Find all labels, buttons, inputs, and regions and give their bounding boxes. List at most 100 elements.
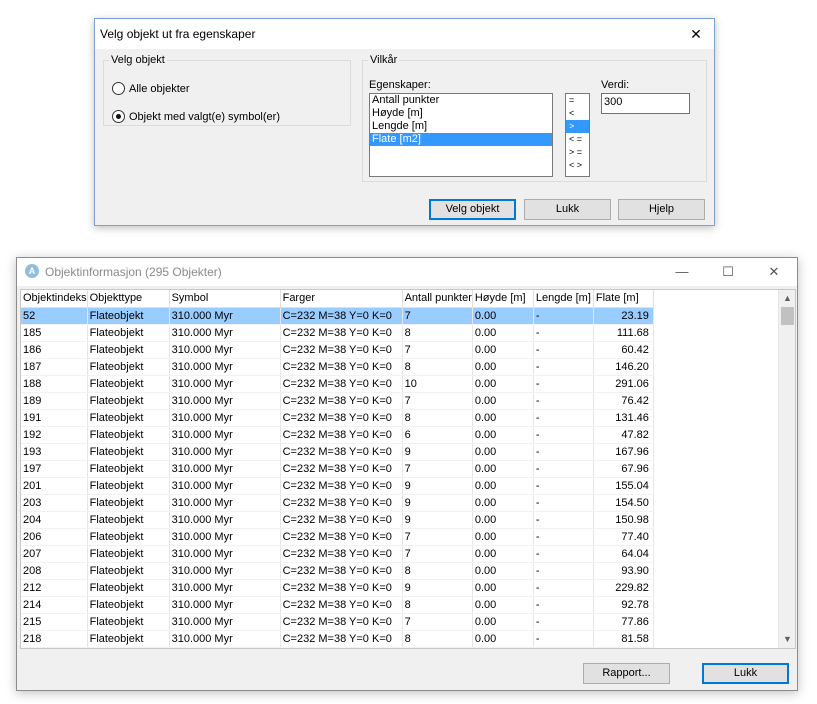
- table-cell: 188: [21, 375, 88, 393]
- help-button[interactable]: Hjelp: [618, 199, 705, 220]
- table-row[interactable]: 193 Flateobjekt 310.000 Myr C=232 M=38 Y=0 …: [21, 443, 654, 461]
- table-row[interactable]: 215 Flateobjekt 310.000 Myr C=232 M=38 Y=0 …: [21, 613, 654, 631]
- table-cell: Flateobjekt: [87, 358, 170, 376]
- table-cell: -: [533, 358, 594, 376]
- table-cell: 7: [402, 613, 473, 631]
- property-item[interactable]: Lengde [m]: [370, 120, 552, 133]
- table-cell: 0.00: [472, 307, 534, 325]
- property-item[interactable]: Høyde [m]: [370, 107, 552, 120]
- table-cell: Flateobjekt: [87, 613, 170, 631]
- table-row[interactable]: 212 Flateobjekt 310.000 Myr C=232 M=38 Y=0 …: [21, 579, 654, 597]
- table-cell: 214: [21, 596, 88, 614]
- minimize-icon[interactable]: —: [659, 258, 705, 286]
- scroll-up-icon[interactable]: ▲: [779, 290, 795, 307]
- column-header-object-index[interactable]: Objektindeks: [21, 290, 88, 308]
- column-header-height[interactable]: Høyde [m]: [472, 290, 534, 308]
- table-cell: -: [533, 579, 594, 597]
- table-cell: C=232 M=38 Y=0 K=0: [280, 545, 403, 563]
- table-row[interactable]: 192 Flateobjekt 310.000 Myr C=232 M=38 Y=0 …: [21, 426, 654, 444]
- table-row[interactable]: 208 Flateobjekt 310.000 Myr C=232 M=38 Y=0 …: [21, 562, 654, 580]
- select-object-button[interactable]: Velg objekt: [429, 199, 516, 220]
- table-cell: 310.000 Myr: [169, 579, 281, 597]
- table-cell: -: [533, 307, 594, 325]
- table-row[interactable]: 206 Flateobjekt 310.000 Myr C=232 M=38 Y=0 …: [21, 528, 654, 546]
- close-button[interactable]: Lukk: [524, 199, 611, 220]
- operator-item[interactable]: < >: [566, 159, 589, 172]
- table-cell: 7: [402, 341, 473, 359]
- table-row[interactable]: 218 Flateobjekt 310.000 Myr C=232 M=38 Y=0 …: [21, 630, 654, 648]
- table-cell: Flateobjekt: [87, 528, 170, 546]
- column-header-area[interactable]: Flate [m]: [593, 290, 654, 308]
- table-row-selected[interactable]: 52 Flateobjekt 310.000 Myr C=232 M=38 Y=0 K…: [21, 307, 654, 325]
- table-row[interactable]: 185 Flateobjekt 310.000 Myr C=232 M=38 Y=0 …: [21, 324, 654, 342]
- table-cell: 0.00: [472, 579, 534, 597]
- table-row[interactable]: 187 Flateobjekt 310.000 Myr C=232 M=38 Y=0 …: [21, 358, 654, 376]
- column-header-length[interactable]: Lengde [m]: [533, 290, 594, 308]
- table-cell: 0.00: [472, 630, 534, 648]
- scroll-down-icon[interactable]: ▼: [779, 631, 795, 648]
- operator-listbox[interactable]: = < > < = > = < >: [565, 93, 590, 177]
- table-cell: Flateobjekt: [87, 579, 170, 597]
- table-row[interactable]: 207 Flateobjekt 310.000 Myr C=232 M=38 Y=0 …: [21, 545, 654, 563]
- table-cell: 197: [21, 460, 88, 478]
- window-close-button[interactable]: Lukk: [702, 663, 789, 684]
- table-row[interactable]: 201 Flateobjekt 310.000 Myr C=232 M=38 Y=0 …: [21, 477, 654, 495]
- table-cell: 155.04: [593, 477, 654, 495]
- table-cell: C=232 M=38 Y=0 K=0: [280, 358, 403, 376]
- operator-item[interactable]: <: [566, 107, 589, 120]
- radio-all-objects-indicator[interactable]: [112, 82, 125, 95]
- table-cell: -: [533, 443, 594, 461]
- close-icon[interactable]: ✕: [678, 19, 714, 49]
- radio-selected-symbols-indicator[interactable]: [112, 110, 125, 123]
- condition-group: Vilkår Egenskaper: Antall punkter Høyde …: [362, 54, 707, 182]
- table-cell: 0.00: [472, 477, 534, 495]
- table-cell: 0.00: [472, 562, 534, 580]
- table-cell: 77.40: [593, 528, 654, 546]
- radio-all-objects[interactable]: Alle objekter: [112, 82, 190, 95]
- table-cell: 189: [21, 392, 88, 410]
- maximize-icon[interactable]: ☐: [705, 258, 751, 286]
- table-cell: C=232 M=38 Y=0 K=0: [280, 579, 403, 597]
- property-item[interactable]: Antall punkter: [370, 94, 552, 107]
- radio-selected-symbols[interactable]: Objekt med valgt(e) symbol(er): [112, 110, 280, 123]
- select-object-group: Velg objekt Alle objekter Objekt med val…: [103, 54, 351, 126]
- value-input[interactable]: 300: [601, 93, 690, 114]
- operator-item[interactable]: < =: [566, 133, 589, 146]
- value-label: Verdi:: [601, 79, 630, 91]
- table-row[interactable]: 204 Flateobjekt 310.000 Myr C=232 M=38 Y=0 …: [21, 511, 654, 529]
- properties-listbox[interactable]: Antall punkter Høyde [m] Lengde [m] Flat…: [369, 93, 553, 177]
- report-button[interactable]: Rapport...: [583, 663, 670, 684]
- radio-selected-symbols-label: Objekt med valgt(e) symbol(er): [129, 110, 280, 123]
- table-cell: 0.00: [472, 341, 534, 359]
- table-row[interactable]: 189 Flateobjekt 310.000 Myr C=232 M=38 Y=0 …: [21, 392, 654, 410]
- column-header-symbol[interactable]: Symbol: [169, 290, 281, 308]
- table-row[interactable]: 197 Flateobjekt 310.000 Myr C=232 M=38 Y=0 …: [21, 460, 654, 478]
- object-table-body: 52 Flateobjekt 310.000 Myr C=232 M=38 Y=0 K…: [21, 307, 654, 648]
- column-header-point-count[interactable]: Antall punkter: [402, 290, 473, 308]
- properties-label: Egenskaper:: [369, 79, 431, 91]
- table-cell: 310.000 Myr: [169, 511, 281, 529]
- column-header-colors[interactable]: Farger: [280, 290, 403, 308]
- dialog-title: Velg objekt ut fra egenskaper: [100, 27, 256, 41]
- table-cell: 187: [21, 358, 88, 376]
- table-row[interactable]: 188 Flateobjekt 310.000 Myr C=232 M=38 Y=0 …: [21, 375, 654, 393]
- window-close-icon[interactable]: ✕: [751, 258, 797, 286]
- table-cell: 92.78: [593, 596, 654, 614]
- operator-item[interactable]: > =: [566, 146, 589, 159]
- table-row[interactable]: 214 Flateobjekt 310.000 Myr C=232 M=38 Y=0 …: [21, 596, 654, 614]
- select-by-properties-dialog: Velg objekt ut fra egenskaper ✕ Velg obj…: [94, 18, 715, 226]
- table-cell: 7: [402, 307, 473, 325]
- table-cell: C=232 M=38 Y=0 K=0: [280, 460, 403, 478]
- table-row[interactable]: 186 Flateobjekt 310.000 Myr C=232 M=38 Y=0 …: [21, 341, 654, 359]
- column-header-object-type[interactable]: Objekttype: [87, 290, 170, 308]
- table-cell: Flateobjekt: [87, 494, 170, 512]
- scroll-thumb[interactable]: [781, 307, 794, 325]
- table-cell: 0.00: [472, 494, 534, 512]
- table-row[interactable]: 203 Flateobjekt 310.000 Myr C=232 M=38 Y=0 …: [21, 494, 654, 512]
- operator-item[interactable]: =: [566, 94, 589, 107]
- vertical-scrollbar[interactable]: ▲ ▼: [778, 290, 795, 648]
- property-item-selected[interactable]: Flate [m2]: [370, 133, 552, 146]
- table-cell: Flateobjekt: [87, 545, 170, 563]
- table-row[interactable]: 191 Flateobjekt 310.000 Myr C=232 M=38 Y=0 …: [21, 409, 654, 427]
- operator-item-selected[interactable]: >: [566, 120, 589, 133]
